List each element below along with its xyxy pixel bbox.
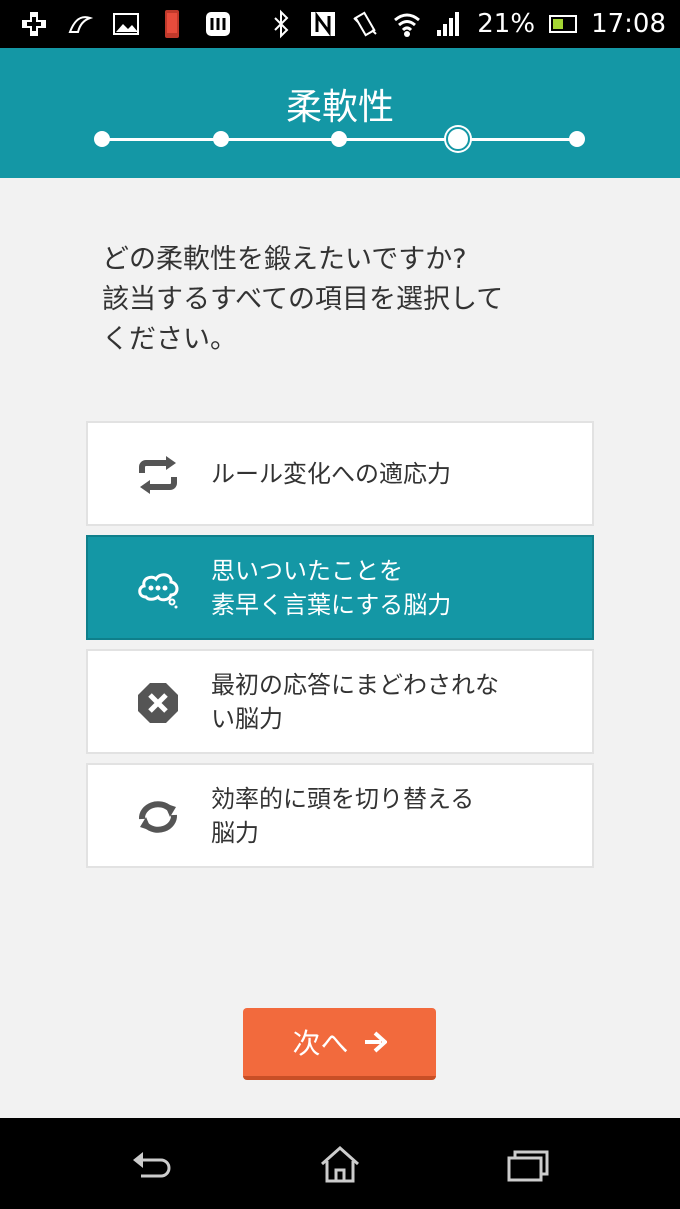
notification-icons — [20, 8, 232, 40]
signal-icon — [437, 12, 460, 36]
recent-apps-icon[interactable] — [505, 1144, 553, 1184]
progress-current-step-dot — [446, 127, 470, 151]
option-label: 効率的に頭を切り替える 脳力 — [211, 765, 571, 866]
option-label: 最初の応答にまどわされな い脳力 — [211, 651, 571, 752]
home-icon[interactable] — [316, 1144, 364, 1184]
repeat-icon — [139, 456, 177, 494]
option-label-line: 素早く言葉にする脳力 — [211, 590, 452, 619]
next-button-label: 次へ — [292, 1027, 349, 1060]
option-label-line: 効率的に頭を切り替える — [211, 784, 475, 813]
option-label: 思いついたことを 素早く言葉にする脳力 — [211, 537, 571, 638]
phone-icon — [165, 10, 179, 38]
next-button[interactable]: 次へ — [243, 1008, 436, 1080]
option-label-line: 最初の応答にまどわされな — [211, 670, 499, 699]
question-text: どの柔軟性を鍛えたいですか? 該当するすべての項目を選択して ください。 — [102, 240, 582, 360]
clock: 17:08 — [591, 9, 666, 39]
page-title: 柔軟性 — [285, 87, 394, 128]
switch-arrows-icon — [139, 801, 177, 833]
option-label-line: ルール変化への適応力 — [211, 459, 451, 488]
option-efficient-switching[interactable]: 効率的に頭を切り替える 脳力 — [86, 763, 594, 868]
question-line: ください。 — [102, 324, 237, 355]
thought-bubble-icon — [138, 573, 179, 609]
option-rule-change-adaptation[interactable]: ルール変化への適応力 — [86, 421, 594, 526]
option-label: ルール変化への適応力 — [211, 423, 571, 524]
bluetooth-icon — [274, 9, 289, 39]
option-label-line: 思いついたことを — [211, 556, 403, 585]
close-octagon-icon — [138, 683, 178, 723]
battery-percent: 21% — [477, 9, 536, 39]
nfc-icon — [311, 11, 336, 37]
question-line: どの柔軟性を鍛えたいですか? — [102, 244, 467, 275]
vibrate-icon — [353, 11, 377, 37]
progress-step-dot — [331, 131, 347, 147]
status-bar: 21% 17:08 — [0, 0, 680, 48]
back-icon[interactable] — [127, 1144, 175, 1184]
wifi-icon — [394, 13, 421, 37]
app-icon — [206, 12, 230, 36]
progress-step-dot — [213, 131, 229, 147]
progress-step-dot — [569, 131, 585, 147]
image-icon — [113, 13, 139, 35]
question-line: 該当するすべての項目を選択して — [102, 284, 504, 315]
system-icons: 21% 17:08 — [267, 6, 666, 42]
header: 柔軟性 — [0, 48, 680, 178]
battery-icon — [549, 15, 578, 33]
option-label-line: 脳力 — [211, 818, 259, 847]
navigation-bar — [0, 1118, 680, 1209]
arrow-right-icon — [364, 1031, 387, 1053]
progress-step-dot — [94, 131, 110, 147]
add-app-icon — [22, 12, 46, 36]
option-quick-verbalization[interactable]: 思いついたことを 素早く言葉にする脳力 — [86, 535, 594, 640]
option-inhibit-first-response[interactable]: 最初の応答にまどわされな い脳力 — [86, 649, 594, 754]
option-label-line: い脳力 — [211, 704, 283, 733]
bird-icon — [68, 16, 94, 33]
